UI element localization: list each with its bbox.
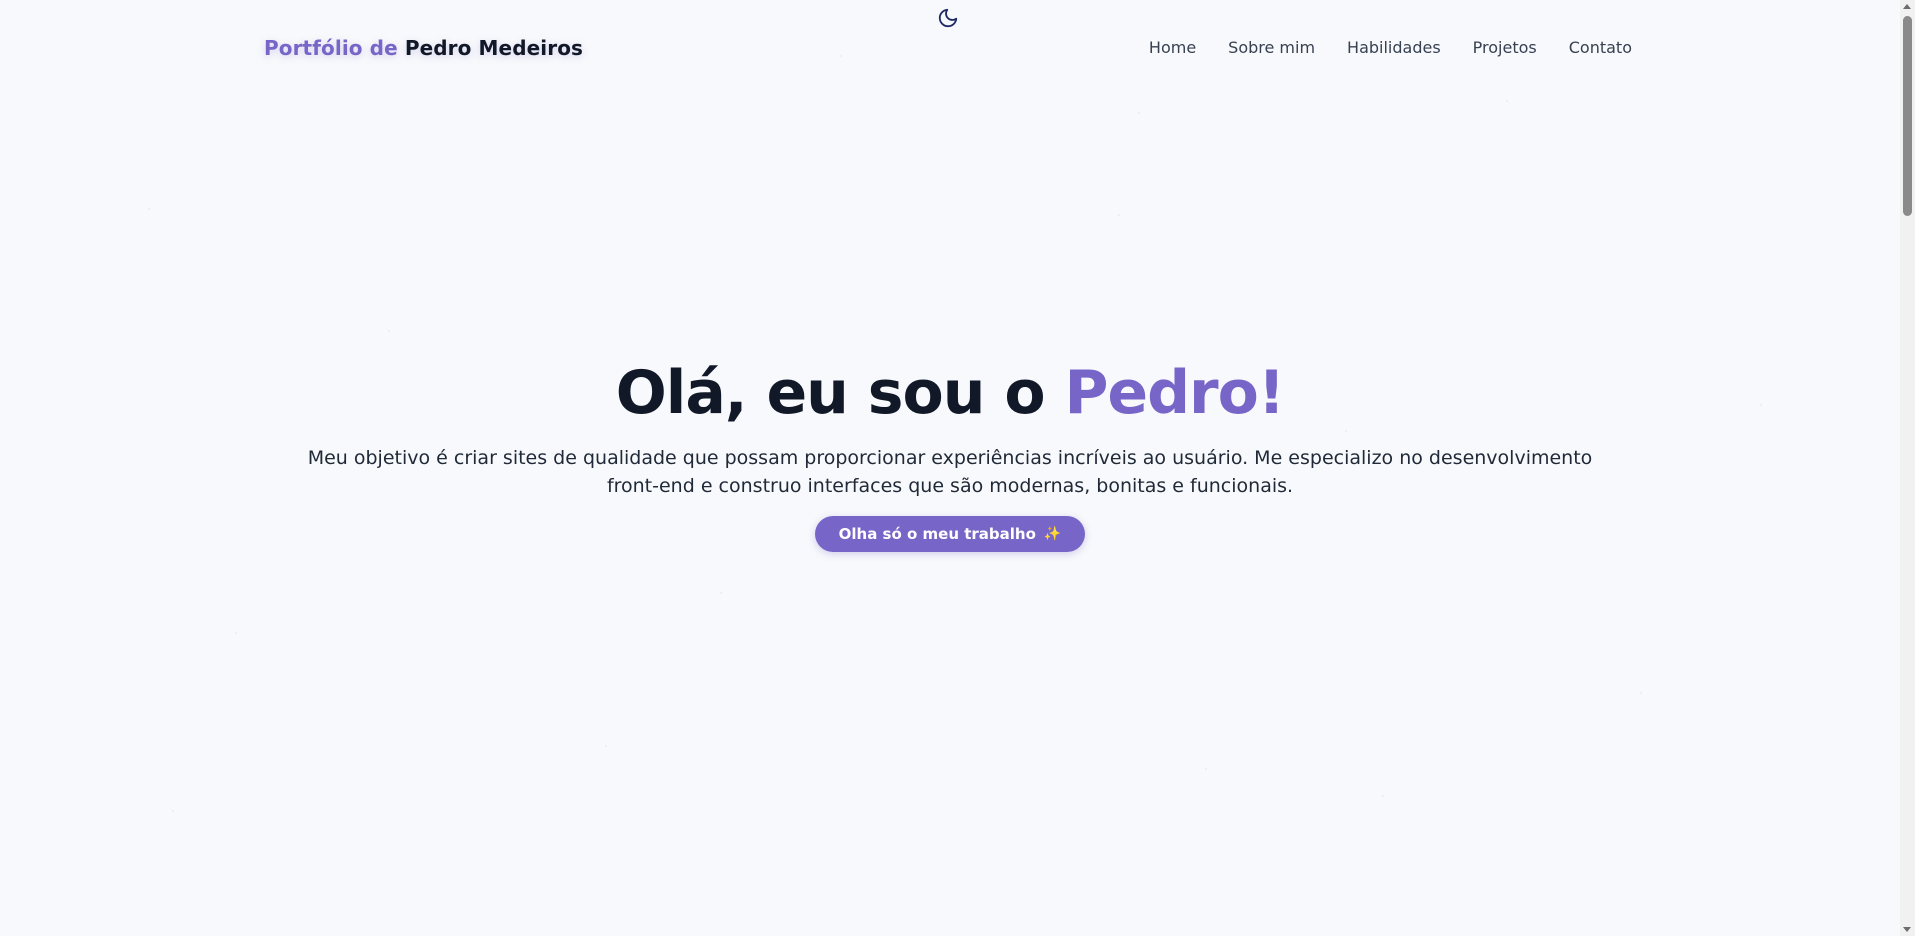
star-decoration bbox=[605, 745, 607, 747]
star-decoration bbox=[1640, 692, 1642, 694]
star-decoration bbox=[1205, 768, 1207, 770]
vertical-scrollbar[interactable] bbox=[1900, 0, 1915, 936]
sparkles-icon: ✨ bbox=[1043, 526, 1062, 542]
star-decoration bbox=[720, 592, 722, 594]
scroll-down-icon[interactable] bbox=[1903, 927, 1911, 932]
brand-name: Pedro Medeiros bbox=[404, 36, 584, 60]
nav-skills[interactable]: Habilidades bbox=[1347, 38, 1441, 57]
nav-projects[interactable]: Projetos bbox=[1473, 38, 1537, 57]
star-decoration bbox=[388, 330, 390, 332]
hero-section: Olá, eu sou o Pedro! Meu objetivo é cria… bbox=[0, 360, 1900, 552]
site-header: Portfólio de Pedro Medeiros Home Sobre m… bbox=[0, 0, 1900, 96]
brand-prefix: Portfólio de bbox=[264, 36, 398, 60]
nav-home[interactable]: Home bbox=[1149, 38, 1196, 57]
view-work-button[interactable]: Olha só o meu trabalho ✨ bbox=[814, 516, 1086, 552]
hero-title: Olá, eu sou o Pedro! bbox=[0, 360, 1900, 426]
hero-title-prefix: Olá, eu sou o bbox=[615, 358, 1046, 428]
nav-about[interactable]: Sobre mim bbox=[1228, 38, 1315, 57]
page: Portfólio de Pedro Medeiros Home Sobre m… bbox=[0, 0, 1915, 936]
scrollbar-thumb[interactable] bbox=[1903, 16, 1912, 216]
star-decoration bbox=[148, 208, 150, 210]
star-decoration bbox=[235, 632, 237, 634]
cta-label: Olha só o meu trabalho bbox=[838, 525, 1036, 543]
main-nav: Home Sobre mim Habilidades Projetos Cont… bbox=[1149, 38, 1632, 57]
star-decoration bbox=[1382, 795, 1384, 797]
moon-icon bbox=[938, 8, 958, 28]
star-decoration bbox=[1506, 100, 1508, 102]
nav-contact[interactable]: Contato bbox=[1569, 38, 1632, 57]
hero-title-name: Pedro! bbox=[1064, 358, 1285, 428]
star-decoration bbox=[1118, 214, 1120, 216]
star-decoration bbox=[1138, 112, 1140, 114]
brand-logo[interactable]: Portfólio de Pedro Medeiros bbox=[264, 36, 583, 60]
theme-toggle-button[interactable] bbox=[936, 6, 960, 30]
scroll-up-icon[interactable] bbox=[1903, 4, 1911, 9]
star-decoration bbox=[172, 810, 174, 812]
hero-subtitle: Meu objetivo é criar sites de qualidade … bbox=[307, 447, 1593, 497]
